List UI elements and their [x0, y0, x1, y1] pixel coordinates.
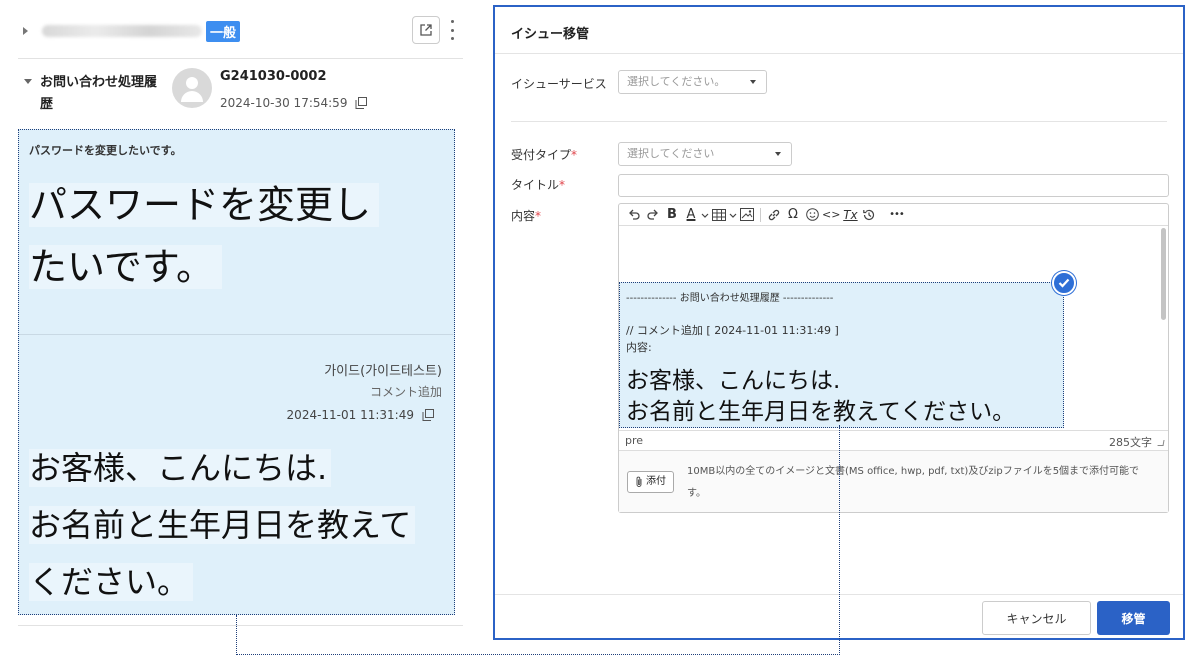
zoomed-editor-content: -------------- お問い合わせ処理履歴 --------------…	[619, 282, 1064, 428]
external-link-icon	[420, 24, 432, 36]
reception-type-placeholder: 選択してください	[627, 147, 715, 160]
check-icon	[1052, 271, 1076, 295]
divider	[18, 625, 463, 626]
editor-body-zoomed: お客様、こんにちは. お名前と生年月日を教えてください。	[626, 366, 1016, 427]
redo-icon[interactable]	[644, 206, 662, 224]
undo-icon[interactable]	[625, 206, 643, 224]
editor-zoom-line1: お客様、こんにちは.	[626, 368, 841, 394]
content-prefix: 内容:	[626, 341, 652, 354]
issue-service-placeholder: 選択してください。	[627, 75, 726, 88]
scrollbar-thumb[interactable]	[1161, 228, 1166, 320]
title-input[interactable]	[618, 174, 1169, 197]
ticket-id: G241030-0002	[220, 69, 327, 84]
comment-body-zoomed: お客様、こんにちは. お名前と生年月日を教えて ください。	[29, 440, 449, 611]
link-icon[interactable]	[765, 206, 783, 224]
chevron-down-icon	[775, 152, 781, 156]
ticket-panel: 一般 お問い合わせ処理履歴 G241030-0002 2024-10-30 17…	[0, 0, 480, 657]
callout-connector	[236, 615, 237, 655]
element-path: pre	[625, 434, 644, 447]
cancel-button[interactable]: キャンセル	[982, 601, 1091, 635]
collapse-arrow-icon[interactable]	[24, 79, 32, 84]
content-label-text: 内容	[511, 209, 536, 223]
image-icon[interactable]	[738, 206, 756, 224]
zoom-subject-line1: パスワードを変更し	[29, 183, 380, 227]
history-label: お問い合わせ処理履歴	[40, 75, 158, 112]
open-external-button[interactable]	[412, 16, 440, 44]
table-icon[interactable]	[710, 206, 728, 224]
expand-arrow-icon[interactable]	[23, 27, 28, 35]
comment-date-row: 2024-11-01 11:31:49	[287, 408, 434, 422]
history-heading: -------------- お問い合わせ処理履歴 --------------	[626, 293, 834, 304]
zoom-body-line3: ください。	[29, 563, 194, 601]
editor-toolbar: B A Ω <> Tx •••	[619, 204, 1168, 226]
char-count: 285文字	[1109, 436, 1152, 449]
ticket-subject: パスワードを変更したいです。	[29, 144, 182, 157]
code-icon[interactable]: <>	[822, 206, 840, 224]
zoom-body-line1: お客様、こんにちは.	[29, 449, 332, 487]
blurred-ticket-title	[42, 25, 202, 37]
chevron-down-icon	[750, 80, 756, 84]
more-icon[interactable]: •••	[887, 206, 905, 224]
title-label: タイトル*	[511, 176, 565, 193]
editor-zoom-line2: お名前と生年月日を教えてください。	[626, 399, 1016, 425]
ticket-created-date: 2024-10-30 17:54:59	[220, 96, 348, 110]
ticket-date-row: 2024-10-30 17:54:59	[220, 96, 368, 110]
emoji-icon[interactable]	[803, 206, 821, 224]
issue-service-label: イシューサービス	[511, 77, 607, 91]
category-badge: 一般	[206, 20, 241, 42]
reception-type-label-text: 受付タイプ	[511, 148, 572, 162]
comment-author: 가이드(가이드테스트)	[324, 364, 442, 379]
callout-connector	[236, 654, 840, 655]
attach-button[interactable]: 添付	[627, 471, 674, 493]
special-char-icon[interactable]: Ω	[784, 206, 802, 224]
content-label: 内容*	[511, 207, 541, 224]
history-icon[interactable]	[860, 206, 878, 224]
chevron-down-icon[interactable]	[701, 206, 709, 224]
bold-icon[interactable]: B	[663, 206, 681, 224]
attach-button-label: 添付	[646, 476, 666, 487]
attachment-note: 10MB以内の全てのイメージと文書(MS office, hwp, pdf, t…	[687, 466, 1140, 499]
copy-icon[interactable]	[355, 97, 368, 109]
comment-line: // コメント追加 [ 2024-11-01 11:31:49 ]	[626, 324, 839, 337]
resize-handle-icon[interactable]	[1157, 440, 1165, 446]
comment-action: コメント追加	[369, 385, 442, 399]
required-mark: *	[559, 178, 566, 192]
toolbar-separator	[760, 207, 761, 222]
reception-type-select[interactable]: 選択してください	[618, 142, 792, 166]
required-mark: *	[535, 209, 542, 223]
zoomed-ticket-content: パスワードを変更したいです。 パスワードを変更し たいです。 가이드(가이드테스…	[18, 129, 455, 615]
ticket-subject-zoomed: パスワードを変更し たいです。	[29, 174, 429, 298]
divider	[511, 121, 1167, 122]
more-menu-icon[interactable]	[448, 20, 456, 40]
paperclip-icon	[636, 476, 642, 487]
divider	[495, 53, 1183, 54]
required-mark: *	[571, 148, 578, 162]
divider	[19, 334, 453, 335]
ticket-header-row: 一般	[18, 14, 463, 48]
title-label-text: タイトル	[511, 178, 560, 192]
modal-title: イシュー移管	[511, 27, 590, 42]
zoom-body-line2: お名前と生年月日を教えて	[29, 506, 416, 544]
callout-connector	[839, 425, 840, 655]
reception-type-label: 受付タイプ*	[511, 146, 577, 163]
issue-service-select[interactable]: 選択してください。	[618, 70, 767, 94]
attachment-area: 添付 10MB以内の全てのイメージと文書(MS office, hwp, pdf…	[619, 450, 1168, 512]
chevron-down-icon[interactable]	[729, 206, 737, 224]
transfer-button[interactable]: 移管	[1097, 601, 1170, 635]
avatar	[172, 68, 212, 108]
clear-format-icon[interactable]: Tx	[841, 206, 859, 224]
text-color-icon[interactable]: A	[682, 206, 700, 224]
divider	[18, 58, 463, 59]
copy-icon[interactable]	[422, 409, 434, 421]
editor-statusbar: pre 285文字	[619, 430, 1168, 450]
zoom-subject-line2: たいです。	[29, 245, 223, 289]
comment-date: 2024-11-01 11:31:49	[286, 408, 414, 422]
